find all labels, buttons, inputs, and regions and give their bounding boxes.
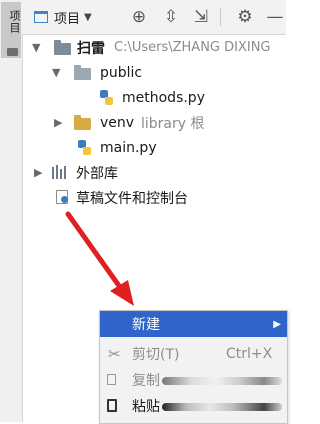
menu-item-copy[interactable]: 复制: [100, 367, 287, 393]
menu-item-cut-shortcut: Ctrl+X: [226, 346, 273, 362]
scissors-icon: ✂: [108, 345, 121, 363]
menu-item-cut[interactable]: ✂ 剪切(T) Ctrl+X: [100, 341, 287, 367]
menu-item-new-label: 新建: [132, 317, 160, 333]
menu-item-paste-label: 粘贴: [132, 399, 160, 415]
menu-item-copy-label: 复制: [132, 373, 160, 389]
menu-item-new[interactable]: 新建 ▶: [100, 311, 287, 337]
menu-item-cut-label: 剪切(T): [132, 347, 180, 363]
menu-item-paste[interactable]: 粘贴: [100, 393, 287, 419]
redacted-shortcut: [162, 403, 282, 411]
context-menu: 新建 ▶ ✂ 剪切(T) Ctrl+X 复制 粘贴: [99, 310, 288, 424]
submenu-arrow-icon: ▶: [273, 318, 281, 330]
redacted-shortcut: [162, 377, 282, 385]
clipboard-icon: [107, 399, 117, 412]
copy-icon: [107, 374, 116, 385]
